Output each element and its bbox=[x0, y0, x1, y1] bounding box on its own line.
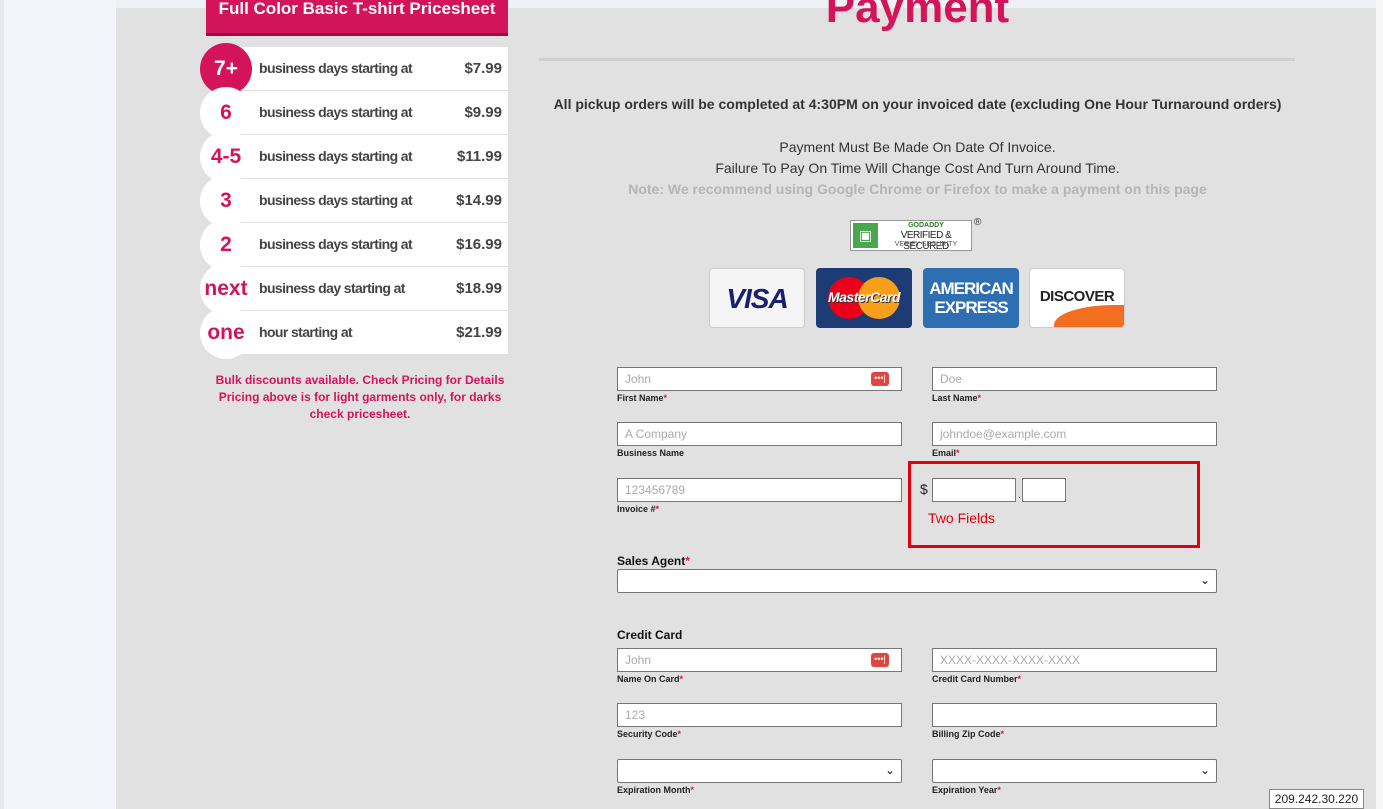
invoice-input[interactable]: 123456789 bbox=[617, 478, 902, 502]
registered-mark: ® bbox=[974, 217, 982, 228]
price-value: $9.99 bbox=[464, 104, 502, 121]
name-on-card-input[interactable]: John •••| bbox=[617, 648, 902, 672]
annotation-text: Two Fields bbox=[928, 510, 995, 526]
last-name-input[interactable]: Doe bbox=[932, 367, 1217, 391]
card-number-input[interactable]: XXXX-XXXX-XXXX-XXXX bbox=[932, 648, 1217, 672]
price-value: $11.99 bbox=[456, 148, 502, 165]
price-row: 7+ business days starting at $7.99 bbox=[200, 43, 508, 95]
browser-note: Note: We recommend using Google Chrome o… bbox=[628, 181, 1207, 197]
price-row: 6 business days starting at $9.99 bbox=[200, 87, 508, 139]
sales-agent-label: Sales Agent* bbox=[617, 554, 690, 568]
sales-agent-select[interactable]: ⌄ bbox=[617, 569, 1217, 593]
security-code-input[interactable]: 123 bbox=[617, 703, 902, 727]
godaddy-seal[interactable]: ▣ GODADDY VERIFIED & SECURED VERIFY SECU… bbox=[850, 220, 972, 252]
ip-address-badge: 209.242.30.220 bbox=[1269, 789, 1364, 809]
price-row: 2 business days starting at $16.99 bbox=[200, 219, 508, 271]
mastercard-text: MasterCard bbox=[827, 289, 901, 305]
first-name-label: First Name* bbox=[617, 393, 668, 403]
annotation-box bbox=[908, 461, 1200, 548]
expiration-month-label: Expiration Month* bbox=[617, 785, 695, 795]
turnaround-text: business days starting at bbox=[259, 148, 413, 164]
payment-message: Payment Must Be Made On Date Of Invoice. bbox=[779, 139, 1056, 155]
visa-logo: VISA bbox=[709, 268, 805, 328]
email-label: Email* bbox=[932, 448, 960, 458]
expiration-year-select[interactable]: ⌄ bbox=[932, 759, 1217, 783]
first-name-input[interactable]: John •••| bbox=[617, 367, 902, 391]
pricing-note: Bulk discounts available. Check Pricing … bbox=[206, 372, 514, 423]
mastercard-logo: MasterCard bbox=[816, 268, 912, 328]
turnaround-badge: one bbox=[200, 307, 252, 359]
turnaround-text: business days starting at bbox=[259, 236, 413, 252]
name-on-card-placeholder: John bbox=[625, 653, 652, 667]
last-name-label: Last Name* bbox=[932, 393, 982, 403]
card-number-label: Credit Card Number* bbox=[932, 674, 1022, 684]
amex-text: AMERICAN EXPRESS bbox=[929, 279, 1014, 317]
bulk-discount-note: Bulk discounts available. Check Pricing … bbox=[215, 373, 505, 387]
name-on-card-label: Name On Card* bbox=[617, 674, 684, 684]
pricesheet-banner[interactable]: Full Color Basic T-shirt Pricesheet bbox=[206, 0, 508, 33]
email-input[interactable]: johndoe@example.com bbox=[932, 422, 1217, 446]
page-title: Payment bbox=[825, 0, 1010, 32]
chevron-down-icon: ⌄ bbox=[1199, 763, 1210, 777]
light-garments-note: Pricing above is for light garments only… bbox=[218, 390, 502, 421]
security-code-label: Security Code* bbox=[617, 729, 682, 739]
turnaround-text: business days starting at bbox=[259, 104, 413, 120]
turnaround-text: business days starting at bbox=[259, 192, 413, 208]
pricesheet-table: 7+ business days starting at $7.99 6 bus… bbox=[200, 43, 508, 359]
divider bbox=[539, 58, 1295, 61]
price-value: $16.99 bbox=[456, 236, 502, 253]
turnaround-text: business days starting at bbox=[259, 60, 413, 76]
price-value: $7.99 bbox=[464, 60, 502, 77]
chevron-down-icon: ⌄ bbox=[884, 763, 895, 777]
visa-text: VISA bbox=[726, 283, 788, 314]
key-icon[interactable]: •••| bbox=[871, 653, 889, 667]
seal-brand: GODADDY bbox=[908, 222, 944, 229]
amex-logo: AMERICAN EXPRESS bbox=[923, 268, 1019, 328]
credit-card-heading: Credit Card bbox=[617, 628, 683, 642]
email-placeholder: johndoe@example.com bbox=[940, 427, 1067, 441]
payment-message: Failure To Pay On Time Will Change Cost … bbox=[715, 160, 1120, 176]
last-name-placeholder: Doe bbox=[940, 372, 963, 386]
turnaround-text: hour starting at bbox=[259, 324, 353, 340]
lock-icon: ▣ bbox=[853, 223, 878, 248]
expiration-month-select[interactable]: ⌄ bbox=[617, 759, 902, 783]
price-value: $21.99 bbox=[456, 324, 502, 341]
right-edge bbox=[1376, 0, 1383, 809]
business-name-input[interactable]: A Company bbox=[617, 422, 902, 446]
security-code-placeholder: 123 bbox=[625, 708, 646, 722]
left-margin bbox=[4, 0, 116, 809]
price-value: $18.99 bbox=[456, 280, 502, 297]
discover-logo: DISCOVER bbox=[1029, 268, 1125, 328]
price-row: next business day starting at $18.99 bbox=[200, 263, 508, 315]
business-name-label: Business Name bbox=[617, 448, 685, 458]
first-name-placeholder: John bbox=[625, 372, 652, 386]
discover-swoosh bbox=[1054, 305, 1124, 327]
price-row: one hour starting at $21.99 bbox=[200, 307, 508, 359]
pickup-notice: All pickup orders will be completed at 4… bbox=[553, 96, 1282, 112]
price-row: 4-5 business days starting at $11.99 bbox=[200, 131, 508, 183]
zip-input[interactable] bbox=[932, 703, 1217, 727]
price-value: $14.99 bbox=[456, 192, 502, 209]
invoice-placeholder: 123456789 bbox=[625, 483, 686, 497]
key-icon[interactable]: •••| bbox=[871, 372, 889, 386]
zip-label: Billing Zip Code* bbox=[932, 729, 1005, 739]
business-placeholder: A Company bbox=[625, 427, 688, 441]
discover-text: DISCOVER bbox=[1039, 288, 1115, 305]
invoice-label: Invoice #* bbox=[617, 504, 660, 514]
turnaround-text: business day starting at bbox=[259, 280, 405, 296]
expiration-year-label: Expiration Year* bbox=[932, 785, 1001, 795]
card-number-placeholder: XXXX-XXXX-XXXX-XXXX bbox=[940, 653, 1081, 667]
seal-verify: VERIFY SECURITY bbox=[894, 241, 958, 248]
chevron-down-icon: ⌄ bbox=[1199, 573, 1210, 587]
price-row: 3 business days starting at $14.99 bbox=[200, 175, 508, 227]
